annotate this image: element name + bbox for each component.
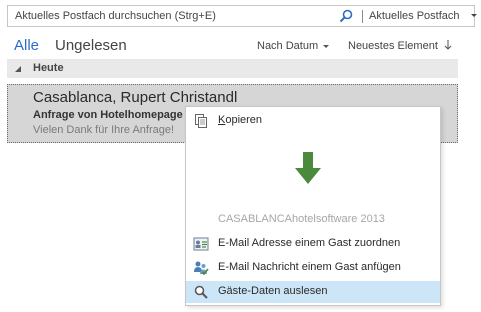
context-menu: Kopieren CASABLANCAhotelsoftware 2013 E-…	[185, 106, 441, 306]
menu-item-attach-message[interactable]: E-Mail Nachricht einem Gast anfügen	[186, 257, 440, 279]
menu-item-copy-text: opieren	[225, 114, 263, 126]
search-bar: Aktuelles Postfach	[7, 5, 477, 27]
search-separator	[362, 10, 363, 23]
outlook-mail-pane: Aktuelles Postfach Alle Ungelesen Nach D…	[0, 0, 481, 312]
users-attach-icon	[194, 261, 209, 276]
mail-preview: Vielen Dank für Ihre Anfrage!	[33, 124, 175, 136]
arrow-down-icon[interactable]	[443, 38, 453, 52]
menu-item-copy[interactable]: Kopieren	[186, 110, 440, 132]
menu-item-label: Gäste-Daten auslesen	[218, 285, 328, 297]
sort-by-dropdown[interactable]: Nach Datum	[257, 40, 318, 52]
menu-item-label: E-Mail Nachricht einem Gast anfügen	[218, 261, 401, 273]
menu-item-copy-label: Kopieren	[218, 114, 262, 126]
chevron-down-icon[interactable]	[471, 14, 477, 17]
magnifier-icon	[194, 285, 208, 299]
filter-unread-tab[interactable]: Ungelesen	[55, 37, 127, 54]
sort-order-toggle[interactable]: Neuestes Element	[348, 40, 438, 52]
menu-item-label: E-Mail Adresse einem Gast zuordnen	[218, 237, 401, 249]
menu-group-title: CASABLANCAhotelsoftware 2013	[218, 213, 385, 225]
group-header-today[interactable]: Heute	[7, 59, 458, 78]
chevron-down-icon[interactable]	[323, 45, 329, 48]
search-input[interactable]	[8, 6, 328, 26]
filter-all-tab[interactable]: Alle	[14, 37, 39, 54]
search-icon[interactable]	[339, 9, 353, 23]
group-label: Heute	[33, 62, 64, 74]
mail-subject: Anfrage von Hotelhomepage	[33, 109, 183, 121]
menu-item-read-guest-data[interactable]: Gäste-Daten auslesen	[186, 281, 440, 303]
collapse-triangle-icon[interactable]	[14, 65, 22, 73]
search-scope-dropdown[interactable]: Aktuelles Postfach	[369, 6, 460, 26]
menu-item-assign-address[interactable]: E-Mail Adresse einem Gast zuordnen	[186, 233, 440, 255]
address-card-icon	[193, 237, 209, 251]
mail-sender: Casablanca, Rupert Christandl	[33, 89, 238, 106]
copy-icon	[195, 114, 207, 128]
green-arrow-down-icon	[295, 152, 321, 184]
